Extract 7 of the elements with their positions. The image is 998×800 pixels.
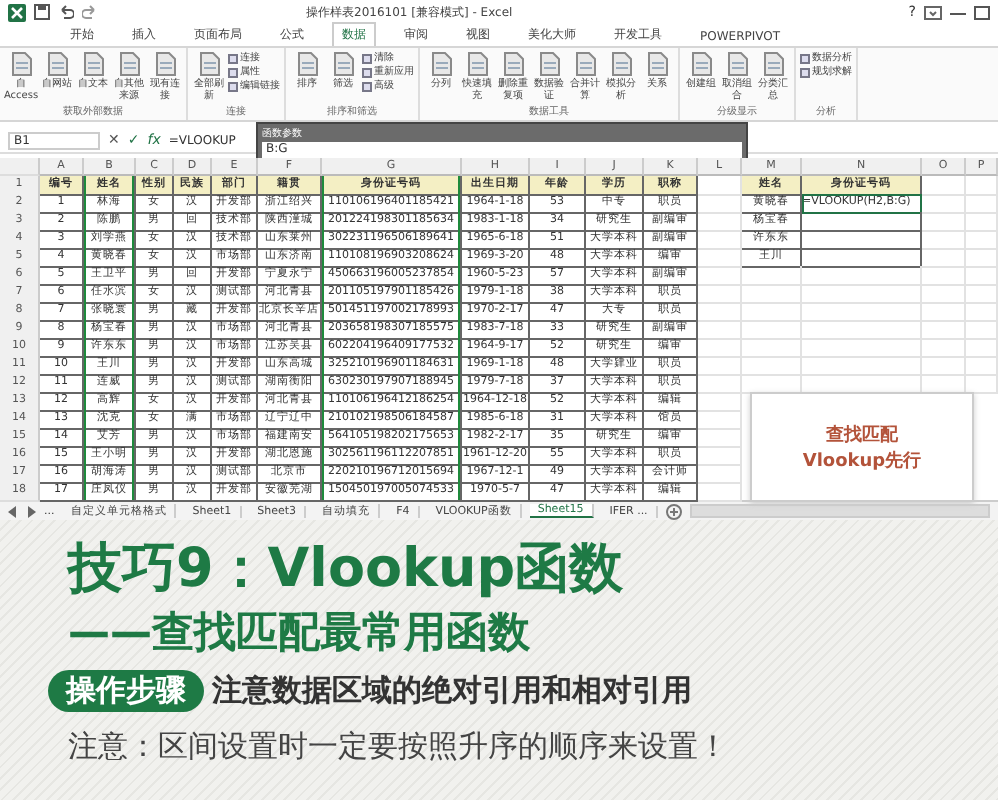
banner-title: 技巧9：Vlookup函数 — [68, 536, 626, 604]
note-text: 查找匹配 — [826, 422, 898, 447]
banner-note: 注意：区间设置时一定要按照升序的顺序来设置！ — [68, 728, 730, 766]
step-badge: 操作步骤 — [48, 670, 204, 712]
note-text: Vlookup先行 — [802, 448, 922, 473]
banner-subtitle: ——查找匹配最常用函数 — [68, 606, 532, 660]
step-text: 注意数据区域的绝对引用和相对引用 — [212, 672, 692, 710]
